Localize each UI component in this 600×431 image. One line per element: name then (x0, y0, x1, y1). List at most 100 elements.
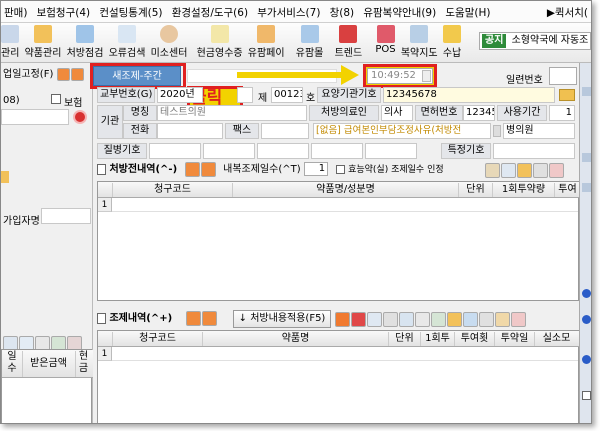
next-arrow-icon[interactable] (70, 67, 84, 81)
doctor-type-field[interactable]: 의사 (381, 105, 413, 121)
clinic-type-select[interactable]: 병의원 (503, 123, 575, 139)
apply-rx-button[interactable]: ↓ 처방내용적용(F5) (233, 310, 331, 328)
toolbar-manage-button[interactable]: 관리 (1, 23, 19, 59)
rx-tool-copy-icon[interactable] (501, 163, 516, 178)
patient-field[interactable] (1, 109, 69, 125)
subscriber-field[interactable] (41, 208, 91, 224)
rx-col-unit: 단위 (458, 183, 492, 197)
name-label: 명칭 (123, 105, 157, 121)
insurance-checkbox[interactable] (51, 94, 61, 104)
prev-arrow-icon[interactable] (56, 67, 70, 81)
disp-del-icon[interactable] (351, 312, 366, 327)
disp-chart-icon[interactable] (463, 312, 478, 327)
toolbar-drug-manage-button[interactable]: 약품관리 (25, 23, 61, 59)
issue-no-field[interactable]: 00123 (271, 87, 303, 103)
time-field[interactable]: 10:49:52 (367, 68, 433, 84)
new-rx-highlight (90, 63, 186, 89)
pill-icon (34, 25, 52, 43)
institution-name-field[interactable]: 테스트의원 (157, 105, 307, 121)
side-button-2[interactable] (582, 153, 591, 162)
side-button-3[interactable] (582, 183, 591, 192)
disp-trash-icon[interactable] (511, 312, 526, 327)
arrow-shaft (237, 72, 347, 78)
toolbar-med-guide-button[interactable]: 복약지도 (401, 23, 438, 59)
toolbar-trend-button[interactable]: 트렌드 (335, 23, 362, 59)
disp-copy-icon[interactable] (367, 312, 382, 327)
phone-field[interactable] (157, 123, 223, 139)
special-code-field[interactable] (493, 143, 575, 159)
rx-down-icon[interactable] (200, 161, 216, 177)
fax-field[interactable] (261, 123, 309, 139)
toolbar-upharm-pay-button[interactable]: 유팜페이 (248, 23, 285, 59)
serial-field[interactable] (549, 67, 577, 85)
col-received: 받은금액 (22, 351, 74, 377)
rx-tool-pill-icon[interactable] (517, 163, 532, 178)
copay-reason-select[interactable]: [없음] 급여본인부담조정사유(처방전 (313, 123, 491, 139)
disp-up-icon[interactable] (185, 310, 201, 326)
rx-tool-delete-icon[interactable] (549, 163, 564, 178)
disp-search-icon[interactable] (399, 312, 414, 327)
table-row[interactable] (112, 347, 578, 361)
rx-doc-icon (97, 163, 106, 175)
folder-icon[interactable] (1, 171, 9, 183)
disp-tag-icon[interactable] (495, 312, 510, 327)
rx-tool-edit-icon[interactable] (533, 163, 548, 178)
menu-consulting-stats[interactable]: 컨설팅통계(5) (96, 1, 165, 22)
disp-edit-icon[interactable] (431, 312, 446, 327)
menu-addon-services[interactable]: 부가서비스(7) (254, 1, 323, 22)
table-row[interactable] (112, 198, 578, 212)
fix-label: 업일고정(F) (3, 69, 54, 80)
issue-blank-select[interactable] (237, 87, 253, 103)
toolbar-payment-button[interactable]: 수납 (443, 23, 461, 59)
disease-field-3[interactable] (257, 143, 309, 159)
rx-col-code: 청구코드 (112, 183, 232, 197)
side-dot-3[interactable] (582, 355, 591, 364)
disp-down-icon[interactable] (201, 310, 217, 326)
disease-field-5[interactable] (365, 143, 417, 159)
time-spinner-icon[interactable] (422, 70, 431, 82)
menu-upharm-guide[interactable]: 유팜복약안내(9) (360, 1, 439, 22)
disp-list-icon[interactable] (415, 312, 430, 327)
menu-help[interactable]: 도움말(H) (442, 1, 493, 22)
side-dot-1[interactable] (582, 289, 591, 298)
disease-field-2[interactable] (203, 143, 255, 159)
col-cash: 현금 (75, 351, 91, 377)
rx-days-field[interactable]: 1 (304, 162, 329, 176)
disease-field-1[interactable] (149, 143, 201, 159)
disp-cut-icon[interactable] (383, 312, 398, 327)
rx-up-icon[interactable] (184, 161, 200, 177)
serial-label: 일련번호 (506, 75, 543, 86)
institution-search-icon[interactable] (559, 89, 575, 101)
toolbar-pos-button[interactable]: POS (375, 23, 396, 55)
menu-window[interactable]: 창(8) (327, 1, 358, 22)
license-no-field[interactable]: 12345 (463, 105, 495, 121)
menu-sales[interactable]: 판매) (1, 1, 30, 22)
disease-label: 질병기호 (97, 143, 147, 159)
fax-label: 팩스 (225, 123, 259, 139)
notice-ticker[interactable]: 공지 소형약국에 자동조 (479, 32, 591, 50)
stop-icon[interactable] (73, 110, 87, 124)
quick-search-menu[interactable]: ▶퀵서치( (544, 1, 591, 22)
copay-dropdown-icon[interactable] (493, 125, 501, 137)
disp-pill-icon[interactable] (447, 312, 462, 327)
rx-grid-header: 청구코드 약품명/성분명 단위 1회투약량 투여 (98, 182, 580, 198)
side-checkbox[interactable] (582, 391, 591, 400)
toolbar-rx-check-button[interactable]: 처방점검 (67, 23, 103, 59)
period-field[interactable]: 1 (549, 105, 575, 121)
effect-checkbox[interactable] (335, 164, 345, 174)
toolbar-miso-center-button[interactable]: 미소센터 (151, 23, 187, 59)
person-icon (160, 25, 178, 43)
menu-insurance-claim[interactable]: 보험청구(4) (34, 1, 94, 22)
side-button-1[interactable] (582, 87, 591, 96)
toolbar-error-search-button[interactable]: 오류검색 (109, 23, 145, 59)
disp-barcode-icon[interactable] (479, 312, 494, 327)
rx-tool-search-icon[interactable] (485, 163, 500, 178)
disp-add-icon[interactable] (335, 312, 350, 327)
toolbar-cash-receipt-button[interactable]: 현금영수증 (197, 23, 243, 59)
institution-no-field[interactable]: 12345678 (383, 87, 555, 103)
issue-year-select[interactable]: 2020년 (157, 87, 203, 103)
menu-settings-tools[interactable]: 환경설정/도구(6) (169, 1, 251, 22)
disease-field-4[interactable] (311, 143, 363, 159)
toolbar-upharm-mall-button[interactable]: 유팜몰 (296, 23, 323, 59)
side-dot-2[interactable] (582, 315, 591, 324)
